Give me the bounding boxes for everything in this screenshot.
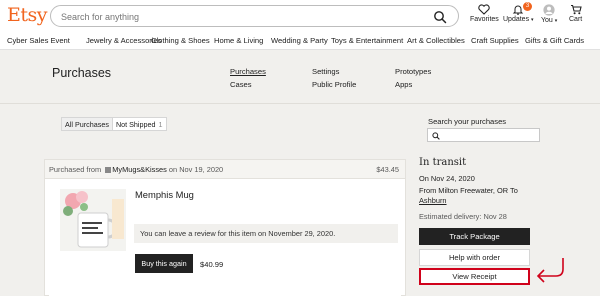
- tab-apps[interactable]: Apps: [395, 80, 412, 89]
- tab-prototypes[interactable]: Prototypes: [395, 67, 431, 76]
- item-title[interactable]: Memphis Mug: [135, 189, 194, 200]
- search-icon: [432, 132, 440, 140]
- chevron-down-icon: ▾: [531, 17, 534, 23]
- you-button[interactable]: You ▾: [541, 4, 557, 24]
- search-bar[interactable]: [50, 5, 459, 27]
- view-receipt-button[interactable]: View Receipt: [419, 268, 530, 285]
- cart-button[interactable]: Cart: [569, 4, 582, 23]
- shipping-date: On Nov 24, 2020: [419, 174, 475, 183]
- purchase-filter: All Purchases Not Shipped 1: [61, 117, 167, 131]
- tab-purchases[interactable]: Purchases: [230, 67, 266, 76]
- buy-again-button[interactable]: Buy this again: [135, 254, 193, 273]
- filter-count: 1: [158, 120, 163, 129]
- updates-badge: 3: [523, 2, 532, 11]
- annotation-arrow-icon: [536, 258, 564, 283]
- site-header: Etsy Favorites 3 Updates ▾ You ▾: [0, 0, 600, 34]
- favorites-button[interactable]: Favorites: [470, 4, 499, 23]
- filter-not-shipped[interactable]: Not Shipped 1: [113, 118, 166, 130]
- shop-link[interactable]: MyMugs&Kisses: [112, 165, 167, 174]
- category-link[interactable]: Home & Living: [214, 36, 263, 45]
- shipping-destination[interactable]: Ashburn: [419, 196, 447, 205]
- you-label: You: [541, 17, 553, 24]
- shop-icon: [105, 166, 112, 173]
- avatar-icon: [543, 4, 555, 16]
- category-link[interactable]: Clothing & Shoes: [151, 36, 210, 45]
- shipping-status: In transit: [419, 157, 467, 168]
- cart-icon: [570, 4, 582, 15]
- search-input[interactable]: [61, 9, 421, 24]
- item-price: $40.99: [200, 260, 224, 269]
- category-nav: Cyber Sales Event Jewelry & Accessories …: [0, 34, 600, 50]
- search-purchases-label: Search your purchases: [428, 117, 507, 126]
- category-link[interactable]: Art & Collectibles: [407, 36, 465, 45]
- filter-all-purchases[interactable]: All Purchases: [62, 118, 113, 130]
- tab-cases[interactable]: Cases: [230, 80, 252, 89]
- filter-not-shipped-label: Not Shipped: [115, 120, 156, 129]
- order-total: $43.45: [376, 165, 399, 174]
- search-icon[interactable]: [433, 10, 447, 24]
- order-card: Purchased from MyMugs&Kisses on Nov 19, …: [44, 159, 406, 296]
- order-header: Purchased from MyMugs&Kisses on Nov 19, …: [45, 160, 405, 179]
- category-link[interactable]: Cyber Sales Event: [7, 36, 70, 45]
- order-item: Memphis Mug You can leave a review for t…: [49, 179, 401, 296]
- help-with-order-button[interactable]: Help with order: [419, 249, 530, 266]
- category-link[interactable]: Craft Supplies: [471, 36, 519, 45]
- purchased-from-label: Purchased from: [49, 165, 102, 174]
- etsy-logo[interactable]: Etsy: [7, 4, 48, 26]
- heart-icon: [478, 4, 491, 15]
- section-divider: [0, 103, 600, 104]
- chevron-down-icon: ▾: [554, 18, 558, 24]
- tab-settings[interactable]: Settings: [312, 67, 339, 76]
- category-link[interactable]: Toys & Entertainment: [331, 36, 403, 45]
- review-notice: You can leave a review for this item on …: [134, 224, 398, 243]
- page-title: Purchases: [52, 66, 112, 80]
- order-source: Purchased from MyMugs&Kisses on Nov 19, …: [49, 165, 223, 174]
- favorites-label: Favorites: [470, 16, 499, 23]
- updates-button[interactable]: 3 Updates ▾: [503, 2, 534, 23]
- cart-label: Cart: [569, 16, 583, 23]
- category-link[interactable]: Wedding & Party: [271, 36, 328, 45]
- search-purchases-input[interactable]: [427, 128, 540, 142]
- track-package-button[interactable]: Track Package: [419, 228, 530, 245]
- estimated-delivery: Estimated delivery: Nov 28: [419, 212, 507, 221]
- updates-label: Updates: [503, 16, 530, 23]
- item-thumbnail[interactable]: [60, 189, 126, 251]
- order-date: on Nov 19, 2020: [168, 165, 224, 174]
- category-link[interactable]: Gifts & Gift Cards: [525, 36, 584, 45]
- tab-public-profile[interactable]: Public Profile: [312, 80, 356, 89]
- shipping-route: From Milton Freewater, OR To: [419, 186, 518, 195]
